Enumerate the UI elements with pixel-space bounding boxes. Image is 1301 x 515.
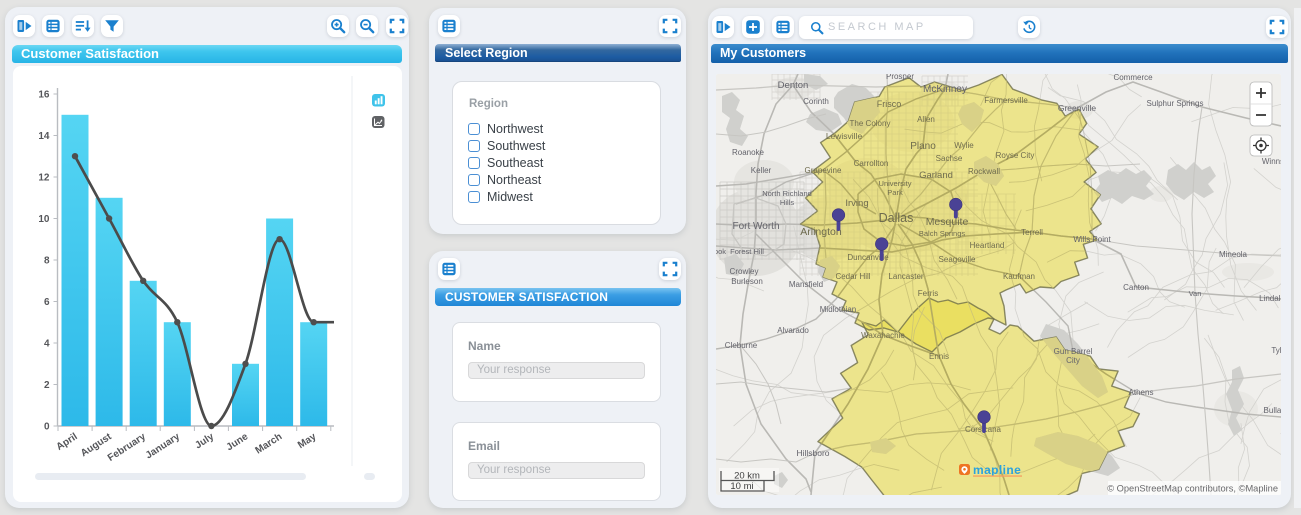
svg-text:mapline: mapline bbox=[973, 463, 1021, 477]
svg-text:Waxahachie: Waxahachie bbox=[861, 331, 905, 340]
svg-text:Athens: Athens bbox=[1129, 388, 1154, 397]
svg-text:Kaufman: Kaufman bbox=[1003, 272, 1035, 281]
svg-text:February: February bbox=[106, 431, 148, 464]
svg-text:University: University bbox=[879, 179, 912, 188]
svg-text:Mansfield: Mansfield bbox=[789, 280, 823, 289]
svg-text:0: 0 bbox=[44, 422, 50, 433]
svg-text:January: January bbox=[144, 431, 183, 461]
svg-text:Arlington: Arlington bbox=[800, 226, 842, 238]
svg-text:Alvarado: Alvarado bbox=[777, 326, 809, 335]
svg-text:6: 6 bbox=[44, 297, 50, 308]
svg-text:Canton: Canton bbox=[1123, 283, 1149, 292]
svg-text:© OpenStreetMap contributors,: © OpenStreetMap contributors, ©Mapline bbox=[1107, 484, 1278, 494]
svg-text:Lewisville: Lewisville bbox=[826, 131, 863, 141]
svg-text:10: 10 bbox=[38, 214, 50, 225]
svg-text:12: 12 bbox=[38, 173, 50, 184]
svg-text:Lindale: Lindale bbox=[1259, 294, 1281, 303]
svg-text:Plano: Plano bbox=[910, 141, 936, 152]
svg-text:Roanoke: Roanoke bbox=[732, 148, 765, 157]
svg-text:Forest Hill: Forest Hill bbox=[730, 247, 764, 256]
svg-text:2: 2 bbox=[44, 380, 50, 391]
svg-text:Cedar Hill: Cedar Hill bbox=[835, 272, 870, 281]
svg-text:Carrollton: Carrollton bbox=[854, 159, 889, 168]
svg-text:Crowley: Crowley bbox=[730, 267, 759, 276]
svg-text:8: 8 bbox=[44, 256, 50, 267]
svg-text:Mineola: Mineola bbox=[1219, 250, 1248, 259]
svg-text:June: June bbox=[225, 431, 251, 453]
svg-text:Bullard: Bullard bbox=[1264, 406, 1281, 415]
svg-text:Burleson: Burleson bbox=[731, 277, 763, 286]
svg-text:Irving: Irving bbox=[845, 198, 868, 209]
svg-text:Cleburne: Cleburne bbox=[725, 341, 758, 350]
svg-text:Ferris: Ferris bbox=[918, 289, 938, 298]
svg-text:Wylie: Wylie bbox=[954, 141, 974, 150]
svg-text:Winnsboro: Winnsboro bbox=[1262, 157, 1281, 166]
svg-text:Grapevine: Grapevine bbox=[805, 166, 842, 175]
svg-text:Corinth: Corinth bbox=[803, 97, 829, 106]
svg-text:Sachse: Sachse bbox=[936, 154, 963, 163]
svg-text:Balch Springs: Balch Springs bbox=[919, 229, 966, 238]
svg-text:Allen: Allen bbox=[917, 115, 935, 124]
svg-text:Wills Point: Wills Point bbox=[1073, 235, 1111, 244]
svg-text:Midlothian: Midlothian bbox=[820, 305, 856, 314]
svg-text:North Richland: North Richland bbox=[762, 189, 812, 198]
svg-text:Gun Barrel: Gun Barrel bbox=[1054, 347, 1093, 356]
svg-text:4: 4 bbox=[44, 339, 50, 350]
svg-text:March: March bbox=[254, 431, 285, 456]
svg-text:Greenville: Greenville bbox=[1058, 103, 1097, 113]
svg-text:Keller: Keller bbox=[751, 166, 772, 175]
svg-text:Sulphur Springs: Sulphur Springs bbox=[1147, 99, 1204, 108]
svg-text:20 km: 20 km bbox=[734, 471, 760, 482]
svg-text:Terrell: Terrell bbox=[1021, 228, 1043, 237]
svg-text:Park: Park bbox=[887, 188, 903, 197]
svg-text:City: City bbox=[1066, 356, 1080, 365]
svg-text:Prosper: Prosper bbox=[886, 74, 914, 81]
svg-text:Denton: Denton bbox=[778, 80, 809, 91]
svg-text:Frisco: Frisco bbox=[877, 99, 902, 109]
svg-text:Tyler: Tyler bbox=[1271, 346, 1281, 355]
svg-text:April: April bbox=[55, 431, 80, 453]
svg-text:Van: Van bbox=[1189, 289, 1202, 298]
svg-text:Garland: Garland bbox=[919, 170, 953, 181]
svg-text:Commerce: Commerce bbox=[1113, 74, 1153, 82]
svg-text:Benbrook: Benbrook bbox=[716, 247, 726, 256]
svg-text:Farmersville: Farmersville bbox=[984, 96, 1028, 105]
svg-text:The Colony: The Colony bbox=[850, 119, 891, 128]
svg-text:14: 14 bbox=[38, 131, 50, 142]
svg-text:July: July bbox=[193, 431, 216, 451]
svg-text:Ennis: Ennis bbox=[929, 352, 949, 361]
svg-text:Rockwall: Rockwall bbox=[968, 167, 1000, 176]
svg-text:Dallas: Dallas bbox=[879, 211, 914, 225]
svg-text:McKinney: McKinney bbox=[923, 84, 967, 95]
svg-text:Royse City: Royse City bbox=[996, 151, 1035, 160]
svg-text:Lancaster: Lancaster bbox=[888, 272, 923, 281]
svg-text:Fort Worth: Fort Worth bbox=[732, 221, 779, 232]
svg-text:Seagoville: Seagoville bbox=[939, 255, 976, 264]
svg-text:10 mi: 10 mi bbox=[730, 481, 753, 492]
svg-text:Hillsboro: Hillsboro bbox=[796, 448, 829, 458]
svg-text:Mesquite: Mesquite bbox=[926, 216, 969, 228]
svg-text:Hills: Hills bbox=[780, 198, 794, 207]
svg-text:16: 16 bbox=[38, 90, 50, 101]
svg-text:May: May bbox=[296, 431, 319, 451]
svg-text:Heartland: Heartland bbox=[970, 241, 1005, 250]
